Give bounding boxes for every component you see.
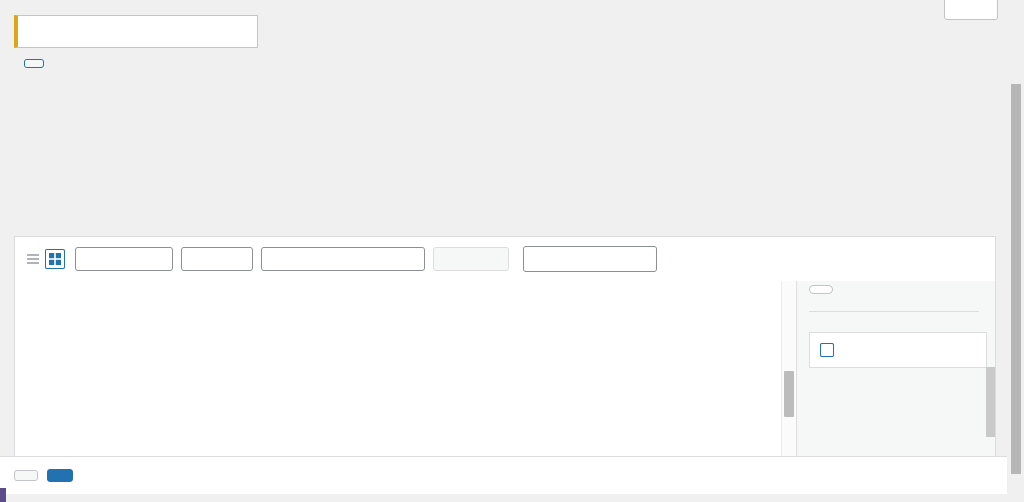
- sidebar-scrollbar-thumb[interactable]: [986, 367, 995, 437]
- more-details-button[interactable]: [809, 285, 833, 294]
- filter-media-categories-select[interactable]: [261, 247, 425, 271]
- media-library-page: [0, 0, 1024, 502]
- list-view-icon[interactable]: [23, 249, 43, 269]
- view-switch: [23, 249, 65, 269]
- deselect-button[interactable]: [14, 470, 38, 481]
- scroll-up-icon[interactable]: [782, 281, 796, 294]
- filter-dates-select[interactable]: [181, 247, 253, 271]
- scroll-up-icon[interactable]: [1008, 0, 1024, 12]
- page-scrollbar-thumb[interactable]: [1011, 84, 1021, 474]
- blog-category-checkbox[interactable]: [820, 343, 834, 357]
- search-input[interactable]: [523, 246, 657, 272]
- divider: [809, 311, 979, 312]
- help-button[interactable]: [944, 0, 998, 20]
- grid-view-icon[interactable]: [45, 249, 65, 269]
- reset-all-filters-button[interactable]: [433, 247, 509, 271]
- sidebar-scrollbar[interactable]: [986, 285, 995, 485]
- scroll-up-icon[interactable]: [986, 285, 995, 295]
- update-notice: [14, 15, 258, 48]
- delete-permanently-button[interactable]: [47, 469, 73, 482]
- grid-scrollbar-thumb[interactable]: [784, 371, 794, 417]
- media-categories-box: [809, 332, 987, 368]
- media-frame: [14, 236, 996, 488]
- media-toolbar: [15, 237, 995, 281]
- add-new-media-file-button[interactable]: [24, 59, 44, 68]
- scroll-down-icon[interactable]: [1008, 488, 1024, 500]
- page-header: [15, 59, 44, 68]
- selection-toolbar: [0, 456, 1007, 494]
- status-bar-url: [0, 488, 6, 502]
- filter-media-items-select[interactable]: [75, 247, 173, 271]
- page-scrollbar[interactable]: [1008, 0, 1024, 502]
